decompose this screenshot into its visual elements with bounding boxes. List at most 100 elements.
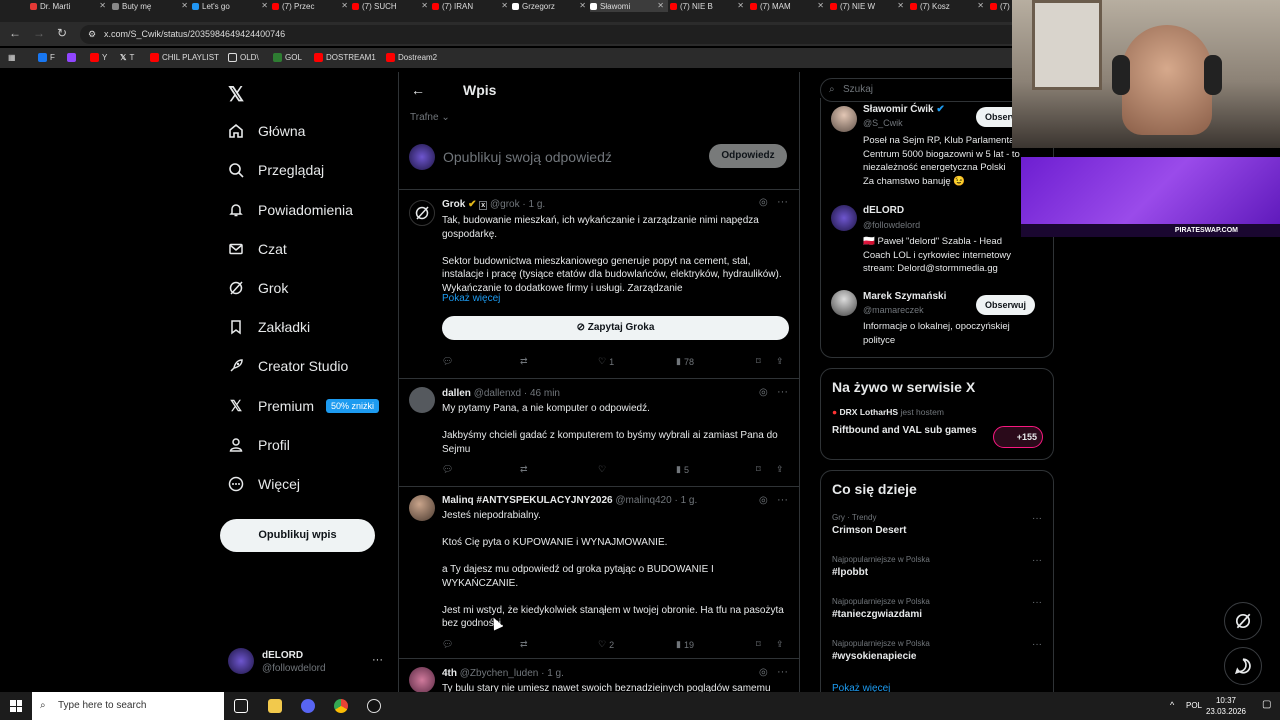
close-tab-icon[interactable]: ✕ xyxy=(341,1,348,10)
more-icon[interactable]: ··· xyxy=(777,196,788,208)
sidebar-item-premium[interactable]: 𝕏 Premium 50% zniżki xyxy=(228,398,380,415)
more-icon[interactable]: ··· xyxy=(777,386,788,398)
close-tab-icon[interactable]: ✕ xyxy=(737,1,744,10)
share-icon[interactable]: ⇪ xyxy=(776,356,784,367)
reply-input[interactable]: Opublikuj swoją odpowiedź xyxy=(443,149,612,165)
more-icon[interactable]: ··· xyxy=(1032,597,1042,608)
repost-icon[interactable]: ⇄ xyxy=(520,639,528,650)
reply-tweet[interactable]: 4th @Zbychen_luden · 1 g. ◎ ··· Ty bulu … xyxy=(399,659,799,692)
sidebar-item-home[interactable]: Główna xyxy=(228,123,305,139)
browser-tab[interactable]: (7) SUCH ✕ xyxy=(352,0,432,12)
browser-tab[interactable]: Buty mę ✕ xyxy=(112,0,192,12)
browser-tab[interactable]: (7) NIE B ✕ xyxy=(670,0,748,12)
reply-sort-dropdown[interactable]: Trafne ⌄ xyxy=(410,112,450,123)
x-logo-icon[interactable]: 𝕏 xyxy=(228,82,244,107)
like-icon[interactable]: ♡ 2 xyxy=(598,639,614,650)
sidebar-item-more[interactable]: Więcej xyxy=(228,476,300,492)
post-button[interactable]: Opublikuj wpis xyxy=(220,519,375,552)
tweet-author[interactable]: dallen @dallenxd · 46 min xyxy=(442,388,560,399)
bookmark-item[interactable]: DOSTREAM1 xyxy=(314,53,376,62)
obs-icon[interactable] xyxy=(367,699,381,713)
close-tab-icon[interactable]: ✕ xyxy=(181,1,188,10)
views-icon[interactable]: ▮ 19 xyxy=(676,639,694,650)
show-more-link[interactable]: Pokaż więcej xyxy=(442,293,500,304)
site-info-icon[interactable]: ⚙ xyxy=(88,25,96,44)
ask-grok-button[interactable]: ⊘ Zapytaj Groka xyxy=(442,316,789,340)
browser-tab[interactable]: (7) MAM ✕ xyxy=(750,0,828,12)
discord-icon[interactable] xyxy=(301,699,315,713)
close-tab-icon[interactable]: ✕ xyxy=(261,1,268,10)
taskbar-search-input[interactable]: ⌕ Type here to search xyxy=(32,692,224,720)
tweet-author[interactable]: Grok ✔ x @grok · 1 g. xyxy=(442,199,545,210)
close-tab-icon[interactable]: ✕ xyxy=(501,1,508,10)
reply-button[interactable]: Odpowiedz xyxy=(709,144,787,168)
tweet-author[interactable]: Malinq #ANTYSPEKULACYJNY2026 @malinq420 … xyxy=(442,495,697,506)
sidebar-item-explore[interactable]: Przeglądaj xyxy=(228,162,324,178)
bookmark-item[interactable] xyxy=(67,53,76,62)
bookmark-item[interactable]: CHIL PLAYLIST xyxy=(150,53,219,62)
share-icon[interactable]: ⇪ xyxy=(776,464,784,475)
grok-explain-icon[interactable]: ◎ xyxy=(759,495,768,506)
suggested-user-name[interactable]: Marek Szymański xyxy=(863,291,946,302)
bookmark-icon[interactable]: ⌑ xyxy=(756,356,761,367)
browser-tab[interactable]: Dr. Marti ✕ xyxy=(30,0,110,12)
sidebar-item-profile[interactable]: Profil xyxy=(228,437,290,453)
bookmark-icon[interactable]: ⌑ xyxy=(756,464,761,475)
suggested-user-name[interactable]: Sławomir Ćwik ✔ xyxy=(863,104,945,115)
grok-float-button[interactable] xyxy=(1224,602,1262,640)
chrome-icon[interactable] xyxy=(334,699,348,713)
views-icon[interactable]: ▮ 5 xyxy=(676,464,689,475)
clock[interactable]: 10:37 23.03.2026 xyxy=(1206,695,1246,717)
bookmark-icon[interactable]: ⌑ xyxy=(756,639,761,650)
bookmark-item[interactable]: 𝕏T xyxy=(120,53,134,62)
language-indicator[interactable]: POL xyxy=(1186,701,1202,710)
close-tab-icon[interactable]: ✕ xyxy=(657,1,664,10)
bookmark-item[interactable]: Dostream2 xyxy=(386,53,437,62)
close-tab-icon[interactable]: ✕ xyxy=(421,1,428,10)
tweet-author[interactable]: 4th @Zbychen_luden · 1 g. xyxy=(442,668,564,679)
sidebar-item-creator-studio[interactable]: Creator Studio xyxy=(228,358,348,374)
bookmark-item[interactable]: F xyxy=(38,53,55,62)
listeners-badge[interactable]: +155 xyxy=(993,426,1043,448)
bookmark-item[interactable]: GOL xyxy=(273,53,302,62)
browser-tab[interactable]: (7) NIE W ✕ xyxy=(830,0,908,12)
share-icon[interactable]: ⇪ xyxy=(776,639,784,650)
live-host[interactable]: ● DRX LotharHS jest hostem xyxy=(832,407,944,417)
notification-icon[interactable]: ▢ xyxy=(1262,699,1271,710)
views-icon[interactable]: ▮ 78 xyxy=(676,356,694,367)
task-view-icon[interactable] xyxy=(234,699,248,713)
back-arrow-icon[interactable]: ← xyxy=(411,82,425,98)
back-arrow-icon[interactable]: ← xyxy=(9,26,21,40)
grok-explain-icon[interactable]: ◎ xyxy=(759,387,768,398)
more-icon[interactable]: ··· xyxy=(777,494,788,506)
bookmark-item[interactable]: Y xyxy=(90,53,107,62)
sidebar-item-grok[interactable]: Grok xyxy=(228,280,288,296)
browser-tab[interactable]: Let's go ✕ xyxy=(192,0,272,12)
repost-icon[interactable]: ⇄ xyxy=(520,356,531,367)
like-icon[interactable]: ♡ 1 xyxy=(598,356,614,367)
forward-arrow-icon[interactable]: → xyxy=(33,26,45,40)
grok-explain-icon[interactable]: ◎ xyxy=(759,667,768,678)
reply-icon[interactable]: 💬︎ xyxy=(442,356,456,367)
like-icon[interactable]: ♡ xyxy=(598,464,606,475)
browser-tab[interactable]: Grzegorz ✕ xyxy=(512,0,590,12)
messages-float-button[interactable] xyxy=(1224,647,1262,685)
suggested-user-name[interactable]: dELORD xyxy=(863,205,904,216)
bookmark-folder[interactable]: OLD\ xyxy=(228,53,259,62)
chevron-up-icon[interactable]: ^ xyxy=(1170,700,1174,710)
more-icon[interactable]: ··· xyxy=(1032,555,1042,566)
browser-tab[interactable]: (7) Kosz ✕ xyxy=(910,0,988,12)
sidebar-item-chat[interactable]: Czat xyxy=(228,241,287,257)
browser-tab-active[interactable]: Sławomi ✕ xyxy=(590,0,668,12)
reply-icon[interactable]: 💬︎ xyxy=(442,639,453,650)
close-tab-icon[interactable]: ✕ xyxy=(977,1,984,10)
reply-icon[interactable]: 💬︎ xyxy=(442,464,453,475)
close-tab-icon[interactable]: ✕ xyxy=(817,1,824,10)
sidebar-item-bookmarks[interactable]: Zakładki xyxy=(228,319,310,335)
url-field[interactable]: ⚙ x.com/S_Cwik/status/203598464942440074… xyxy=(80,25,1080,44)
account-switcher[interactable]: dELORD @followdelord ··· xyxy=(228,648,388,680)
grok-explain-icon[interactable]: ◎ xyxy=(759,197,768,208)
more-icon[interactable]: ··· xyxy=(1032,639,1042,650)
close-tab-icon[interactable]: ✕ xyxy=(897,1,904,10)
live-stream-title[interactable]: Riftbound and VAL sub games xyxy=(832,425,977,436)
